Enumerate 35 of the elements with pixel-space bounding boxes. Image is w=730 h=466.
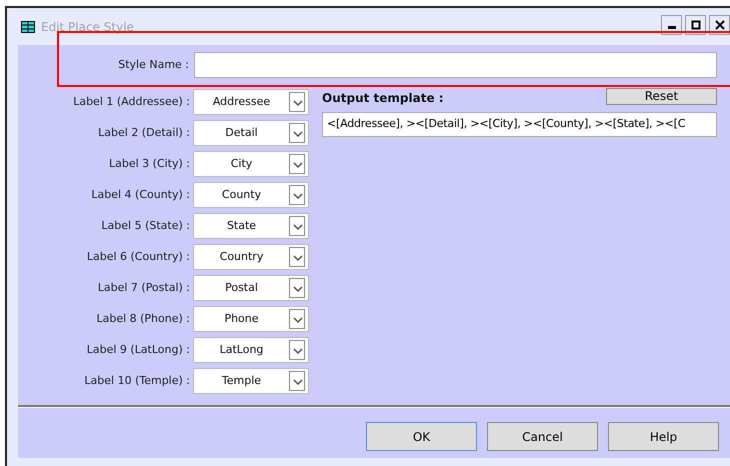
field-label: Label 8 (Phone) : xyxy=(95,310,190,327)
label-dropdown[interactable]: Phone xyxy=(193,306,309,332)
label-dropdown[interactable]: City xyxy=(193,151,309,177)
label-dropdown[interactable]: Country xyxy=(193,244,309,270)
output-template-label: Output template : xyxy=(322,90,444,107)
dialog-button[interactable]: Cancel xyxy=(487,422,598,451)
label-dropdown[interactable]: County xyxy=(193,182,309,208)
reset-button[interactable]: Reset xyxy=(606,88,717,105)
maximize-button[interactable] xyxy=(685,14,706,34)
table-icon xyxy=(21,20,35,32)
field-label: Label 3 (City) : xyxy=(108,156,190,172)
close-icon xyxy=(714,20,724,30)
field-label: Label 1 (Addressee) : xyxy=(72,94,190,110)
field-label: Label 6 (Country) : xyxy=(86,248,190,265)
minimize-icon xyxy=(668,26,676,29)
field-label: Label 10 (Temple) : xyxy=(83,372,190,389)
dialog-button[interactable]: Help xyxy=(608,422,719,451)
field-label: Label 4 (County) : xyxy=(90,186,190,203)
label-dropdown[interactable]: Detail xyxy=(193,120,309,146)
close-button[interactable] xyxy=(709,14,730,34)
label-dropdown[interactable]: Postal xyxy=(193,275,309,301)
field-label: Label 7 (Postal) : xyxy=(96,280,190,296)
field-label: Label 2 (Detail) : xyxy=(97,124,190,141)
field-label: Label 5 (State) : xyxy=(100,218,190,234)
label-dropdown[interactable]: State xyxy=(193,213,309,239)
maximize-icon xyxy=(690,20,700,30)
style-name-field[interactable] xyxy=(194,52,717,78)
window-title: Edit Place Style xyxy=(41,18,134,36)
minimize-button[interactable] xyxy=(661,14,682,34)
label-dropdown[interactable]: LatLong xyxy=(193,337,309,363)
field-label: Label 9 (LatLong) : xyxy=(86,342,190,358)
dialog-button[interactable]: OK xyxy=(366,422,477,451)
label-dropdown[interactable]: Temple xyxy=(193,368,309,394)
label-dropdown[interactable]: Addressee xyxy=(193,89,309,115)
style-name-label: Style Name : xyxy=(117,56,190,73)
